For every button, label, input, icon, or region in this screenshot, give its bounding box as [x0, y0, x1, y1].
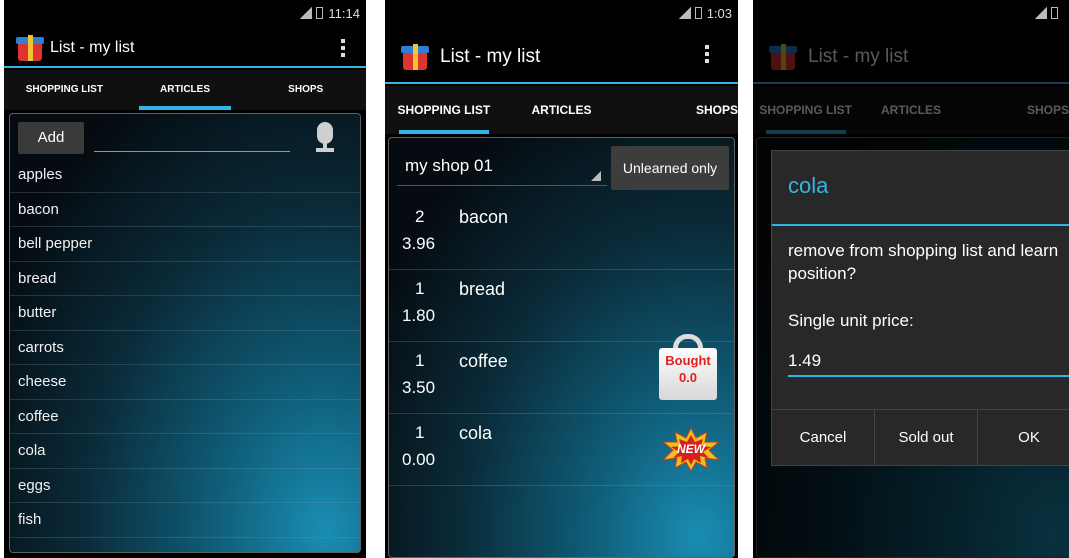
overflow-menu-icon[interactable]: [340, 39, 346, 60]
battery-icon: [316, 7, 324, 19]
list-item[interactable]: coffee: [10, 400, 360, 434]
articles-list: apples bacon bell pepper bread butter ca…: [10, 158, 360, 538]
list-item[interactable]: carrots: [10, 331, 360, 365]
item-name: bacon: [459, 207, 509, 227]
battery-icon: [1051, 7, 1058, 19]
list-item[interactable]: apples: [10, 158, 360, 193]
add-button[interactable]: Add: [18, 122, 84, 154]
tab-shopping-list: SHOPPING LIST: [753, 86, 858, 134]
tab-articles[interactable]: ARTICLES: [503, 86, 621, 134]
status-bar: 1:03: [385, 0, 738, 28]
item-price: 3.96: [402, 234, 436, 253]
shop-selector-value: my shop 01: [405, 156, 493, 175]
tab-bar: SHOPPING LIST ARTICLES SHOPS: [753, 86, 1069, 134]
tab-shops[interactable]: SHOPS: [620, 86, 738, 134]
list-item[interactable]: bacon: [10, 193, 360, 227]
tab-shops: SHOPS: [1026, 103, 1069, 117]
item-name: bread: [459, 279, 506, 299]
app-title: List - my list: [50, 39, 135, 56]
list-item[interactable]: eggs: [10, 469, 360, 503]
price-label: Single unit price:: [788, 311, 914, 330]
item-qty: 1: [415, 423, 425, 442]
item-qty: 1: [415, 279, 425, 298]
item-qty: 2: [415, 207, 425, 226]
signal-icon: [678, 7, 691, 19]
item-qty: 1: [415, 351, 425, 370]
bought-label: Bought: [665, 353, 711, 368]
article-input[interactable]: [94, 124, 290, 152]
list-item[interactable]: bread: [10, 262, 360, 296]
new-badge-icon: NEW: [661, 426, 721, 473]
dialog-buttons: Cancel Sold out OK: [772, 409, 1069, 465]
tab-shopping-list[interactable]: SHOPPING LIST: [4, 70, 125, 110]
learn-position-dialog: cola remove from shopping list and learn…: [771, 150, 1069, 466]
app-title: List - my list: [440, 46, 541, 67]
dropdown-arrow-icon: [591, 171, 601, 181]
articles-panel: Add apples bacon bell pepper bread butte…: [9, 113, 361, 553]
item-price: 3.50: [402, 378, 436, 397]
list-item[interactable]: fish: [10, 503, 360, 538]
status-time: 11:14: [328, 6, 360, 21]
item-name: cola: [459, 423, 493, 443]
dialog-divider: [772, 224, 1069, 226]
unlearned-only-button[interactable]: Unlearned only: [611, 146, 729, 190]
tab-articles[interactable]: ARTICLES: [125, 70, 246, 110]
status-time: 1:03: [706, 6, 732, 21]
tab-bar: SHOPPING LIST ARTICLES SHOPS: [385, 86, 738, 134]
status-bar: [753, 0, 1069, 28]
action-bar: List - my list: [4, 28, 366, 68]
new-badge-label: NEW: [677, 442, 705, 456]
status-bar: 11:14: [4, 0, 366, 28]
screen-dialog: List - my list SHOPPING LIST ARTICLES SH…: [753, 0, 1069, 558]
app-gift-icon: [16, 33, 46, 63]
list-item[interactable]: cheese: [10, 365, 360, 400]
overflow-menu-icon[interactable]: [704, 45, 710, 66]
sold-out-button[interactable]: Sold out: [875, 410, 978, 465]
bought-bag-icon[interactable]: Bought 0.0: [657, 334, 719, 400]
app-title: List - my list: [808, 46, 909, 67]
signal-icon: [1035, 7, 1047, 19]
ok-button[interactable]: OK: [978, 410, 1069, 465]
bought-amount: 0.0: [678, 370, 698, 385]
tab-shops[interactable]: SHOPS: [245, 70, 366, 110]
battery-icon: [694, 7, 702, 19]
app-gift-icon: [769, 42, 799, 72]
tab-shopping-list[interactable]: SHOPPING LIST: [385, 86, 503, 134]
tab-bar: SHOPPING LIST ARTICLES SHOPS: [4, 70, 366, 110]
item-price: 1.80: [402, 306, 436, 325]
list-item[interactable]: butter: [10, 296, 360, 331]
shop-selector[interactable]: my shop 01: [397, 146, 607, 186]
list-item[interactable]: 1 bread 1.80: [389, 270, 734, 342]
item-name: coffee: [459, 351, 508, 371]
list-item[interactable]: cola: [10, 434, 360, 469]
list-item[interactable]: bell pepper: [10, 227, 360, 262]
cancel-button[interactable]: Cancel: [772, 410, 875, 465]
action-bar: List - my list: [385, 28, 738, 84]
shopping-list-panel: my shop 01 Unlearned only 2 bacon 3.96 1…: [388, 137, 735, 558]
dialog-message: remove from shopping list and learn posi…: [788, 241, 1059, 283]
dialog-title: cola: [788, 173, 829, 198]
signal-icon: [300, 7, 313, 19]
item-price: 0.00: [402, 450, 436, 469]
app-gift-icon: [401, 42, 431, 72]
price-input[interactable]: [788, 347, 1069, 377]
action-bar: List - my list: [753, 28, 1069, 84]
microphone-icon[interactable]: [308, 122, 342, 156]
tab-articles: ARTICLES: [880, 103, 941, 117]
screen-shopping-list: 1:03 List - my list SHOPPING LIST ARTICL…: [385, 0, 738, 558]
list-item[interactable]: 2 bacon 3.96: [389, 198, 734, 270]
screen-articles: 11:14 List - my list SHOPPING LIST ARTIC…: [4, 0, 366, 558]
